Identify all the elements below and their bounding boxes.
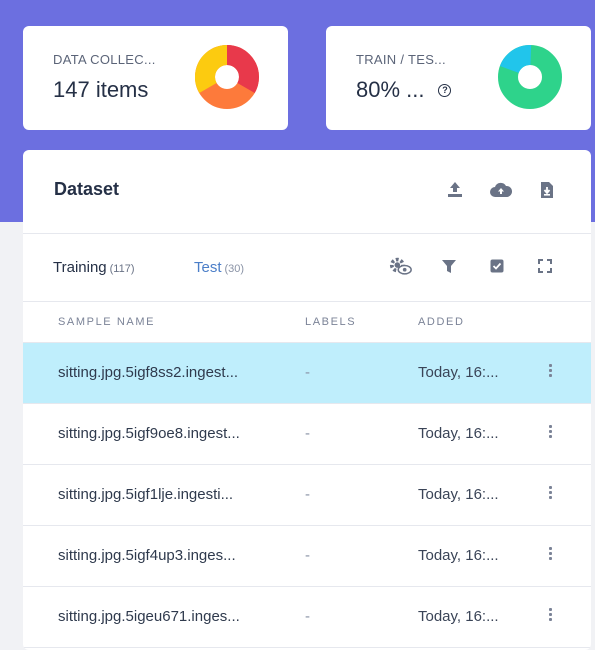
sample-name: sitting.jpg.5igf1lje.ingesti...: [58, 486, 234, 503]
train-test-donut: [498, 45, 562, 109]
tab-test[interactable]: Test (30): [194, 259, 244, 276]
upload-icon[interactable]: [443, 178, 467, 202]
settings-view-icon[interactable]: [389, 254, 413, 278]
sample-labels: -: [305, 608, 310, 625]
list-actions: [389, 254, 557, 278]
more-options-icon[interactable]: [545, 608, 555, 626]
tab-training-count: (117): [109, 263, 135, 275]
sample-labels: -: [305, 547, 310, 564]
column-labels[interactable]: LABELS: [305, 316, 356, 328]
sample-name: sitting.jpg.5igf8ss2.ingest...: [58, 364, 239, 381]
table-row[interactable]: sitting.jpg.5igf8ss2.ingest... - Today, …: [23, 343, 591, 404]
sample-labels: -: [305, 425, 310, 442]
data-collected-card: DATA COLLEC... 147 items: [23, 26, 288, 130]
train-test-card: TRAIN / TES... 80% ... ?: [326, 26, 591, 130]
cloud-upload-icon[interactable]: [489, 178, 513, 202]
dataset-actions: [443, 178, 559, 202]
panel-title: Dataset: [54, 179, 120, 199]
sample-added: Today, 16:...: [418, 486, 499, 503]
more-options-icon[interactable]: [545, 486, 555, 504]
filter-icon[interactable]: [437, 254, 461, 278]
fullscreen-icon[interactable]: [533, 254, 557, 278]
sample-name: sitting.jpg.5igf4up3.inges...: [58, 547, 236, 564]
sample-labels: -: [305, 486, 310, 503]
sample-labels: -: [305, 364, 310, 381]
download-icon[interactable]: [535, 178, 559, 202]
sample-name: sitting.jpg.5igeu671.inges...: [58, 608, 240, 625]
more-options-icon[interactable]: [545, 425, 555, 443]
column-sample-name[interactable]: SAMPLE NAME: [58, 316, 155, 328]
column-added[interactable]: ADDED: [418, 316, 465, 328]
more-options-icon[interactable]: [545, 547, 555, 565]
train-test-split: 80% ...: [356, 77, 425, 102]
more-options-icon[interactable]: [545, 364, 555, 382]
tab-training[interactable]: Training (117): [53, 259, 135, 276]
tab-training-label: Training: [53, 259, 107, 276]
sample-added: Today, 16:...: [418, 364, 499, 381]
data-collected-donut: [195, 45, 259, 109]
tabs-bar: Training (117) Test (30): [23, 234, 591, 302]
tab-test-count: (30): [224, 263, 245, 275]
table-row[interactable]: sitting.jpg.5igf1lje.ingesti... - Today,…: [23, 465, 591, 526]
sample-added: Today, 16:...: [418, 547, 499, 564]
help-icon[interactable]: ?: [438, 83, 452, 97]
table-row[interactable]: sitting.jpg.5igeu671.inges... - Today, 1…: [23, 587, 591, 648]
table-row[interactable]: sitting.jpg.5igf4up3.inges... - Today, 1…: [23, 526, 591, 587]
dataset-panel: Dataset Training (117) Test (30) SAMPLE …: [23, 150, 591, 650]
sample-added: Today, 16:...: [418, 608, 499, 625]
dataset-panel-header: Dataset: [23, 150, 591, 234]
sample-name: sitting.jpg.5igf9oe8.ingest...: [58, 425, 240, 442]
tab-test-label: Test: [194, 259, 222, 276]
table-row[interactable]: sitting.jpg.5igf9oe8.ingest... - Today, …: [23, 404, 591, 465]
sample-added: Today, 16:...: [418, 425, 499, 442]
data-collected-count: 147 items: [53, 77, 149, 102]
table-header: SAMPLE NAME LABELS ADDED: [23, 302, 591, 343]
checkbox-icon[interactable]: [485, 254, 509, 278]
